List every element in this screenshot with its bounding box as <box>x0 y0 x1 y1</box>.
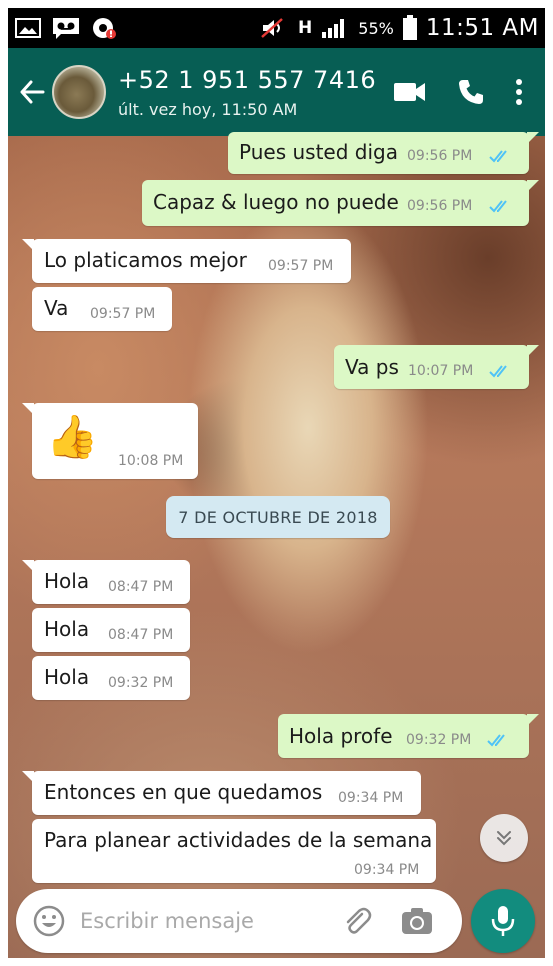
mic-icon <box>491 906 515 936</box>
bubble-tail <box>22 771 34 783</box>
message-time: 10:08 PM <box>118 453 184 469</box>
message-bubble-incoming[interactable]: Va 09:57 PM <box>32 287 172 331</box>
chat-header: +52 1 951 557 7416 últ. vez hoy, 11:50 A… <box>8 48 545 136</box>
message-time: 09:56 PM <box>407 148 473 164</box>
bubble-tail <box>22 403 34 415</box>
message-text: Capaz & luego no puede <box>153 190 399 214</box>
message-input[interactable] <box>80 909 330 933</box>
message-text: Para planear actividades de la semana <box>44 828 433 852</box>
contact-info[interactable]: +52 1 951 557 7416 últ. vez hoy, 11:50 A… <box>118 66 376 119</box>
message-bubble-outgoing[interactable]: Va ps 10:07 PM <box>334 345 539 389</box>
message-composer <box>16 889 462 953</box>
message-bubble-incoming[interactable]: Hola 08:47 PM <box>22 560 190 604</box>
voicemail-icon <box>53 18 79 39</box>
message-bubble-incoming[interactable]: 👍 10:08 PM <box>22 403 198 479</box>
message-bubble-incoming[interactable]: Hola 09:32 PM <box>32 656 190 700</box>
message-time: 08:47 PM <box>108 579 174 595</box>
message-time: 09:32 PM <box>406 732 472 748</box>
message-bubble-incoming[interactable]: Para planear actividades de la semana 09… <box>32 819 436 883</box>
back-arrow-icon <box>20 80 45 104</box>
avatar[interactable] <box>52 65 106 119</box>
emoji-icon[interactable] <box>32 904 66 938</box>
message-time: 09:34 PM <box>338 790 404 806</box>
thumbs-up-emoji: 👍 <box>46 412 99 461</box>
video-call-icon[interactable] <box>393 80 427 104</box>
read-receipt-icon <box>489 365 507 378</box>
mic-button[interactable] <box>471 889 535 953</box>
message-bubble-outgoing[interactable]: Pues usted diga 09:56 PM <box>228 132 539 174</box>
message-bubble-incoming[interactable]: Hola 08:47 PM <box>32 608 190 652</box>
message-time: 09:32 PM <box>108 675 174 691</box>
back-button[interactable] <box>12 48 52 136</box>
message-bubble-incoming[interactable]: Lo platicamos mejor 09:57 PM <box>22 239 351 283</box>
clock: 11:51 AM <box>425 15 539 41</box>
message-time: 09:34 PM <box>354 862 420 878</box>
chrome-icon <box>93 18 116 39</box>
message-time: 09:57 PM <box>90 306 156 322</box>
attach-icon[interactable] <box>340 904 374 938</box>
more-options-icon[interactable] <box>515 78 523 106</box>
message-bubble-incoming[interactable]: Entonces en que quedamos 09:34 PM <box>22 771 421 815</box>
message-text: Hola <box>44 569 90 593</box>
message-text: Hola <box>44 617 90 641</box>
message-text: Lo platicamos mejor <box>44 248 247 272</box>
date-divider: 7 DE OCTUBRE DE 2018 <box>166 496 390 538</box>
message-bubble-outgoing[interactable]: Capaz & luego no puede 09:56 PM <box>142 180 539 226</box>
message-text: Va ps <box>345 355 399 379</box>
last-seen: últ. vez hoy, 11:50 AM <box>118 99 298 119</box>
gallery-icon <box>15 18 41 38</box>
voice-call-icon[interactable] <box>457 78 485 106</box>
message-text: Va <box>44 296 69 320</box>
signal-icon <box>322 19 345 38</box>
read-receipt-icon <box>487 734 505 747</box>
bubble-tail <box>527 345 539 357</box>
battery-percent: 55% <box>358 18 394 38</box>
bubble-tail <box>527 180 539 192</box>
contact-name: +52 1 951 557 7416 <box>118 65 377 94</box>
message-time: 09:57 PM <box>268 258 334 274</box>
bubble-tail <box>22 560 34 572</box>
bubble-tail <box>22 239 34 251</box>
message-time: 09:56 PM <box>407 198 473 214</box>
message-text: Entonces en que quedamos <box>44 780 323 804</box>
message-time: 08:47 PM <box>108 627 174 643</box>
message-text: Hola <box>44 665 90 689</box>
message-text: Hola profe <box>289 724 393 748</box>
read-receipt-icon <box>489 150 507 163</box>
read-receipt-icon <box>489 200 507 213</box>
bubble-tail <box>527 132 539 144</box>
status-bar: H 55% 11:51 AM <box>8 8 545 48</box>
message-text: Pues usted diga <box>239 140 398 164</box>
mute-icon <box>261 18 283 38</box>
camera-icon[interactable] <box>400 904 434 938</box>
bubble-tail <box>527 714 539 726</box>
network-type-label: H <box>298 18 313 38</box>
message-bubble-outgoing[interactable]: Hola profe 09:32 PM <box>278 714 539 758</box>
double-chevron-down-icon <box>497 831 511 846</box>
message-time: 10:07 PM <box>408 363 474 379</box>
chat-screen: H 55% 11:51 AM +52 1 951 557 7416 últ. v… <box>8 8 545 958</box>
battery-icon <box>402 15 417 40</box>
scroll-to-bottom-button[interactable] <box>480 814 528 862</box>
